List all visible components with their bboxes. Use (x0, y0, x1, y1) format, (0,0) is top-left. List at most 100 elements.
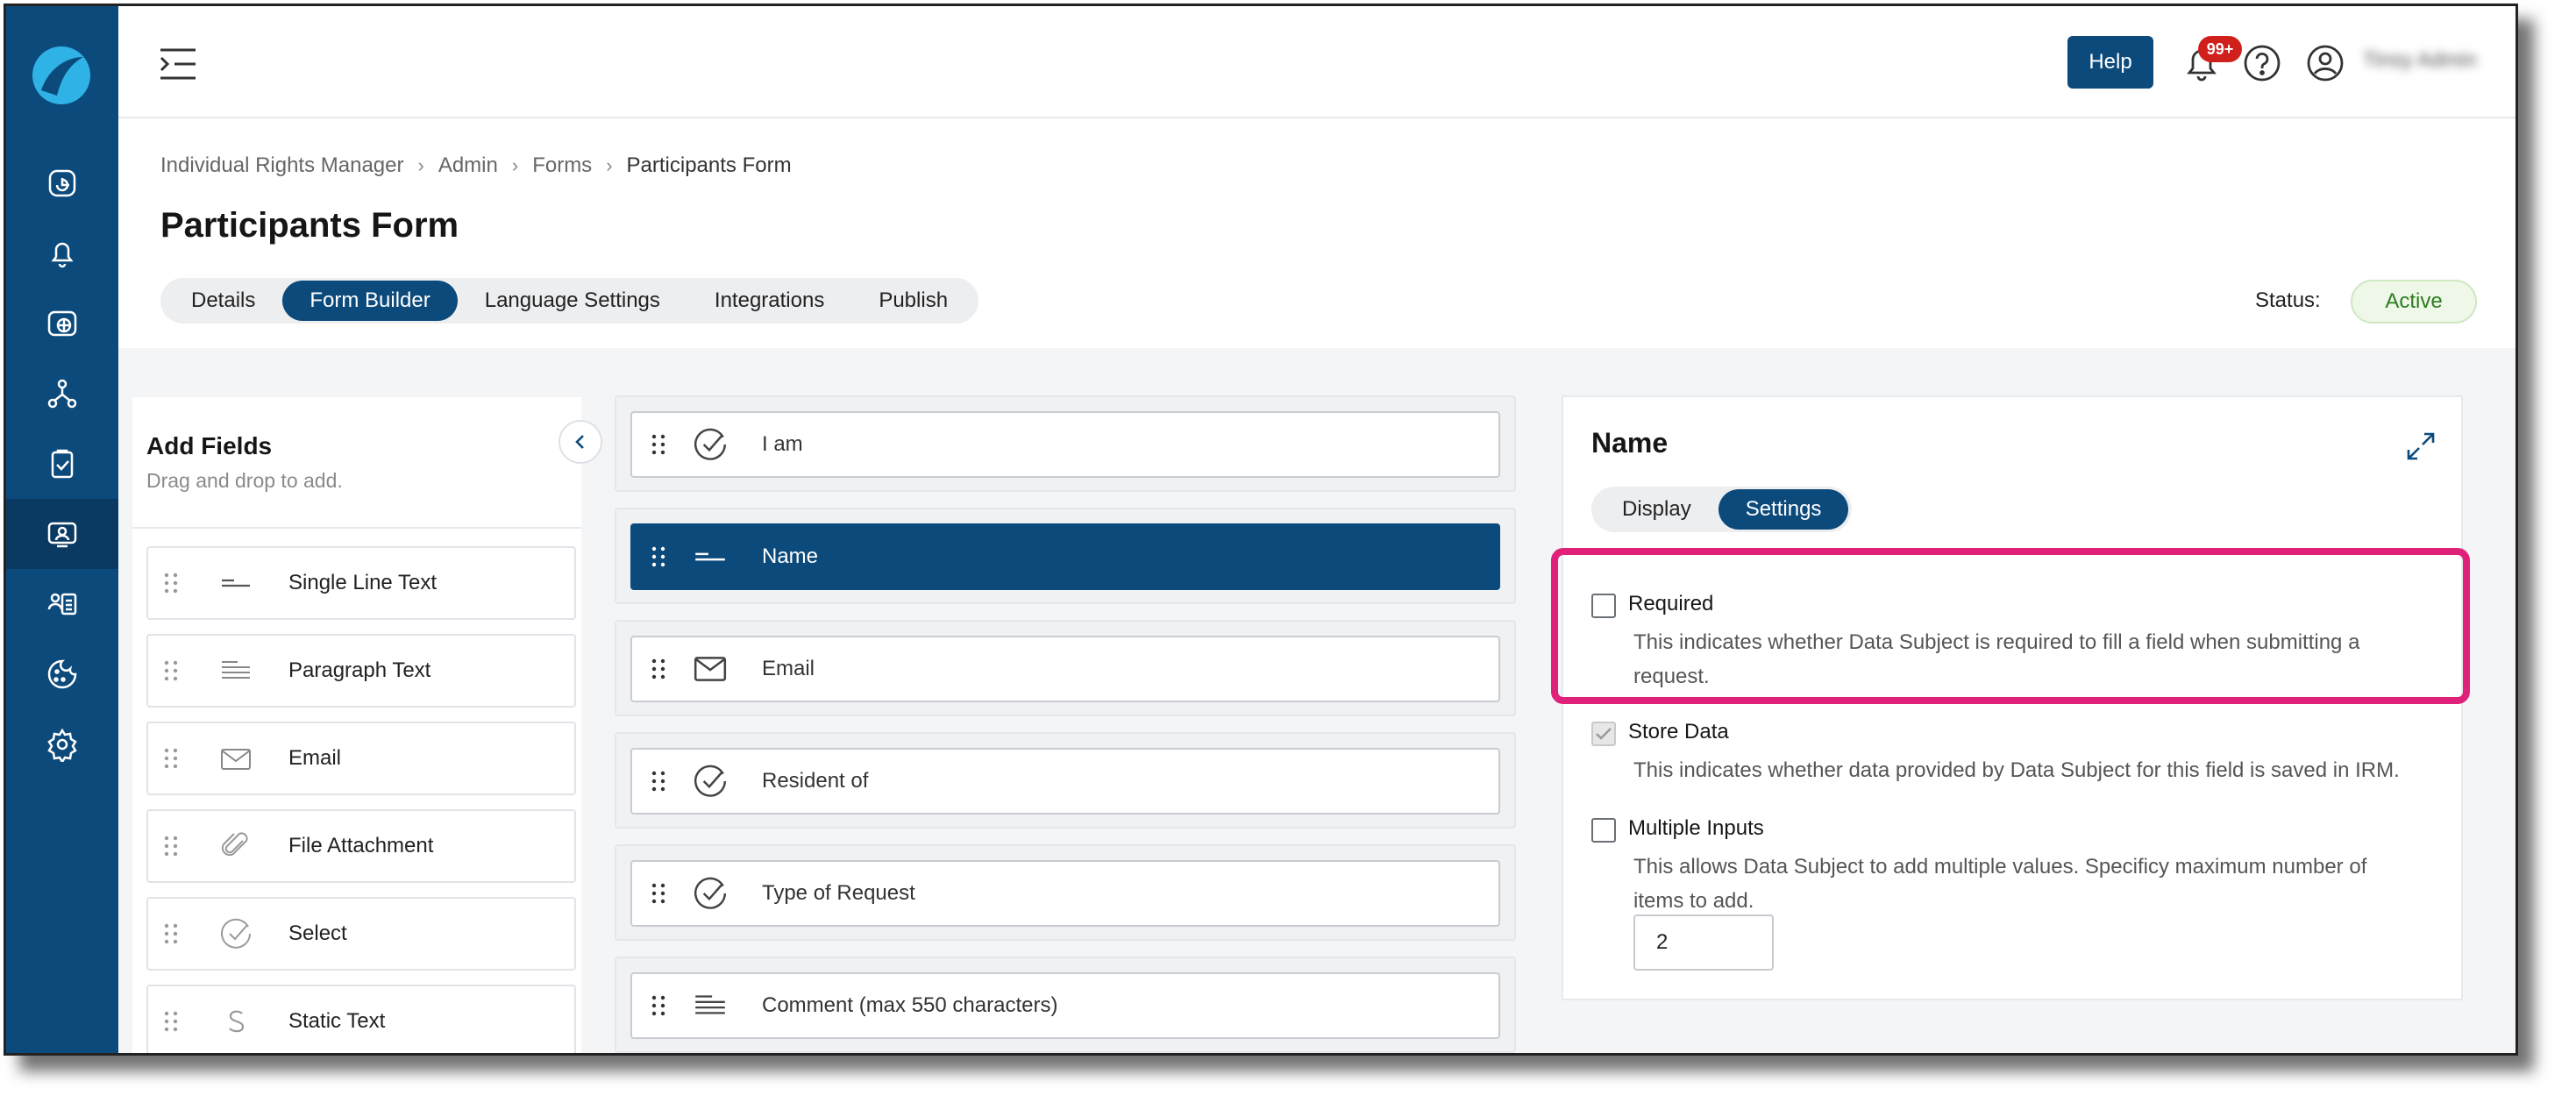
nav-workflow[interactable] (6, 359, 118, 429)
envelope-icon (694, 657, 727, 681)
breadcrumb-item[interactable]: Admin (438, 153, 498, 178)
add-fields-panel: Add Fields Drag and drop to add. Single … (132, 397, 581, 1053)
drag-handle-icon[interactable] (650, 545, 667, 568)
canvas-field-name[interactable]: Name (615, 508, 1516, 604)
multiple-inputs-checkbox[interactable] (1591, 818, 1616, 843)
static-text-icon (229, 1010, 245, 1033)
panel-title: Name (1591, 427, 1669, 459)
status-label: Status: (2255, 288, 2321, 312)
drag-handle-icon[interactable] (162, 835, 180, 857)
canvas-field-label: Email (762, 657, 815, 680)
canvas-field-email[interactable]: Email (615, 620, 1516, 716)
palette-item-single-line-text[interactable]: Single Line Text (146, 546, 576, 620)
palette-item-static-text[interactable]: Static Text (146, 985, 576, 1053)
nav-requests[interactable] (6, 569, 118, 639)
page-tabs: Details Form Builder Language Settings I… (160, 278, 979, 324)
checkmark-icon (1596, 728, 1612, 740)
breadcrumb-item[interactable]: Individual Rights Manager (160, 153, 404, 178)
gear-icon (47, 728, 77, 762)
notification-badge: 99+ (2198, 36, 2242, 62)
expand-icon[interactable] (2405, 430, 2437, 462)
canvas-field-card[interactable]: Type of Request (630, 860, 1500, 927)
tab-form-builder[interactable]: Form Builder (282, 281, 458, 321)
user-name[interactable]: Tinsy Admin (2363, 48, 2477, 73)
nav-cookies[interactable] (6, 639, 118, 709)
paragraph-icon (222, 661, 250, 679)
canvas-field-label: Type of Request (762, 881, 915, 905)
tab-language-settings[interactable]: Language Settings (458, 281, 687, 321)
palette-item-label: Static Text (288, 1009, 386, 1033)
nav-forms[interactable] (6, 499, 118, 569)
palette-item-select[interactable]: Select (146, 897, 576, 971)
envelope-icon (221, 749, 251, 770)
canvas-field-comment[interactable]: Comment (max 550 characters) (615, 957, 1516, 1053)
drag-handle-icon[interactable] (162, 659, 180, 682)
divider (132, 527, 581, 529)
tab-display[interactable]: Display (1595, 489, 1719, 530)
nav-settings[interactable] (6, 709, 118, 779)
nav-dashboard[interactable] (6, 148, 118, 218)
drag-handle-icon[interactable] (650, 658, 667, 680)
option-label: Multiple Inputs (1628, 816, 1764, 840)
breadcrumb-item[interactable]: Forms (532, 153, 592, 178)
side-nav (6, 6, 118, 1053)
drag-handle-icon[interactable] (650, 882, 667, 905)
brand-logo[interactable] (31, 45, 92, 106)
tab-integrations[interactable]: Integrations (687, 281, 851, 321)
drag-handle-icon[interactable] (650, 770, 667, 793)
page-title: Participants Form (160, 206, 459, 245)
tab-publish[interactable]: Publish (851, 281, 975, 321)
drag-handle-icon[interactable] (162, 572, 180, 594)
drag-handle-icon[interactable] (162, 922, 180, 945)
clipboard-check-icon (51, 449, 74, 479)
canvas-field-card[interactable]: Name (630, 523, 1500, 590)
user-avatar-icon[interactable] (2305, 43, 2345, 83)
form-canvas: I am Name Email Resident of Type of Requ… (615, 395, 1516, 1053)
palette-item-label: File Attachment (288, 834, 434, 857)
palette-item-label: Paragraph Text (288, 658, 431, 682)
drag-handle-icon[interactable] (162, 747, 180, 770)
help-button[interactable]: Help (2067, 36, 2153, 89)
canvas-field-type-of-request[interactable]: Type of Request (615, 844, 1516, 941)
paperclip-icon (221, 832, 248, 857)
tab-settings[interactable]: Settings (1718, 489, 1849, 530)
canvas-field-card[interactable]: I am (630, 411, 1500, 478)
palette-item-paragraph-text[interactable]: Paragraph Text (146, 634, 576, 708)
top-bar: Help 99+ Tinsy Admin (118, 6, 2516, 118)
menu-toggle-icon[interactable] (159, 46, 197, 82)
canvas-field-card[interactable]: Resident of (630, 748, 1500, 815)
tab-details[interactable]: Details (164, 281, 282, 321)
option-description: This indicates whether data provided by … (1633, 758, 2400, 782)
nav-notifications[interactable] (6, 218, 118, 288)
bell-icon (51, 242, 74, 268)
chevron-right-icon: › (511, 154, 519, 176)
canvas-field-card[interactable]: Email (630, 636, 1500, 702)
required-highlight-box (1551, 548, 2470, 704)
option-label: Store Data (1628, 720, 1729, 743)
check-circle-icon (694, 428, 727, 460)
paragraph-icon (695, 995, 725, 1014)
collapse-panel-button[interactable] (559, 420, 602, 464)
panel-tabs: Display Settings (1591, 487, 1853, 532)
app-window: Help 99+ Tinsy Admin Individual Rights M… (4, 4, 2518, 1056)
nav-web[interactable] (6, 288, 118, 359)
nav-tasks[interactable] (6, 429, 118, 499)
canvas-field-card[interactable]: Comment (max 550 characters) (630, 972, 1500, 1039)
palette-item-file-attachment[interactable]: File Attachment (146, 809, 576, 883)
drag-handle-icon[interactable] (650, 994, 667, 1017)
store-data-checkbox[interactable] (1591, 722, 1616, 746)
drag-handle-icon[interactable] (162, 1010, 180, 1033)
palette-item-label: Single Line Text (288, 571, 438, 594)
check-circle-icon (694, 877, 727, 909)
person-list-icon (47, 593, 77, 615)
palette-item-email[interactable]: Email (146, 722, 576, 795)
drag-handle-icon[interactable] (650, 433, 667, 456)
single-line-icon (222, 579, 250, 587)
breadcrumb: Individual Rights Manager › Admin › Form… (160, 153, 792, 178)
help-question-icon[interactable] (2242, 43, 2282, 83)
canvas-field-resident-of[interactable]: Resident of (615, 732, 1516, 829)
form-builder-area: Add Fields Drag and drop to add. Single … (118, 348, 2516, 1053)
chevron-left-icon (575, 435, 584, 449)
max-items-input[interactable]: 2 (1633, 914, 1774, 971)
canvas-field-i-am[interactable]: I am (615, 395, 1516, 492)
